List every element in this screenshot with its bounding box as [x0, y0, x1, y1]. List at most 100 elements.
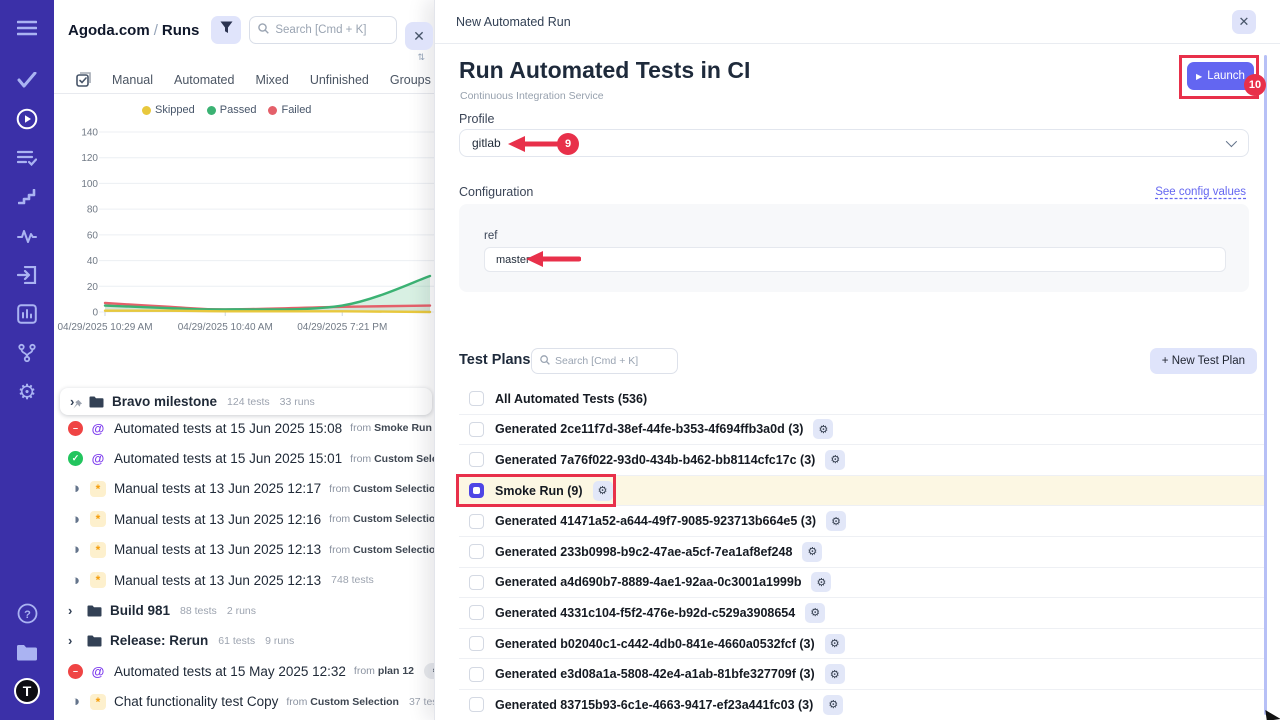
legend-item[interactable]: Failed	[268, 104, 311, 116]
run-from-value: Custom Selection	[374, 453, 434, 465]
gear-icon[interactable]: ⚙	[823, 695, 843, 715]
test-plan-row[interactable]: Generated e3d08a1a-5808-42e4-a1ab-81bfe3…	[459, 659, 1265, 690]
analytics-icon[interactable]	[15, 302, 39, 326]
test-plan-row[interactable]: Generated 233b0998-b9c2-47ae-a5cf-7ea1af…	[459, 537, 1265, 568]
runs-play-icon[interactable]	[15, 107, 39, 131]
runs-tabbar: Manual Automated Mixed Unfinished Groups	[54, 66, 434, 94]
sort-icon: ⇅	[417, 52, 425, 63]
panel-close-button[interactable]: ✕	[1232, 10, 1256, 34]
gear-icon[interactable]: ⚙	[593, 481, 613, 501]
run-row[interactable]: ✓@Automated tests at 15 Jun 2025 15:01fr…	[54, 443, 434, 473]
search-icon	[258, 21, 269, 39]
test-plan-label: Generated b02040c1-c442-4db0-841e-4660a0…	[495, 637, 815, 651]
gear-icon[interactable]: ⚙	[826, 511, 846, 531]
test-plan-row[interactable]: Smoke Run (9)⚙	[459, 476, 1265, 507]
status-failed-icon: –	[68, 664, 83, 679]
play-icon: ▶	[1196, 72, 1202, 81]
run-row[interactable]: ◑*Manual tests at 13 Jun 2025 12:17from …	[54, 474, 434, 504]
new-test-plan-button[interactable]: + New Test Plan	[1150, 348, 1257, 374]
run-title: Manual tests at 13 Jun 2025 12:16	[114, 512, 321, 527]
runs-list: ›Bravo milestone124 tests33 runs–@Automa…	[54, 386, 434, 720]
gear-icon[interactable]: ⚙	[825, 450, 845, 470]
folder-row[interactable]: ›Release: Rerun61 tests9 runs	[54, 626, 434, 656]
branches-icon[interactable]	[15, 341, 39, 365]
panel-scrollbar[interactable]	[1264, 55, 1267, 715]
run-title: Automated tests at 15 Jun 2025 15:01	[114, 451, 342, 466]
run-row[interactable]: –@Automated tests at 15 Jun 2025 15:08fr…	[54, 413, 434, 443]
test-plans-search[interactable]	[531, 348, 678, 374]
test-plan-row[interactable]: Generated 83715b93-6c1e-4663-9417-ef23a4…	[459, 690, 1265, 720]
select-all-icon[interactable]	[76, 72, 91, 87]
run-row[interactable]: ◑*Manual tests at 13 Jun 2025 12:16from …	[54, 504, 434, 534]
help-icon[interactable]: ?	[15, 601, 39, 625]
folder-icon	[87, 635, 102, 647]
gear-icon[interactable]: ⚙	[805, 603, 825, 623]
test-plan-row[interactable]: Generated 41471a52-a644-49f7-9085-923713…	[459, 506, 1265, 537]
gear-icon[interactable]: ⚙	[825, 664, 845, 684]
gear-icon[interactable]: ⚙	[802, 542, 822, 562]
profile-label: Profile	[459, 112, 494, 126]
import-icon[interactable]	[15, 263, 39, 287]
tab-mixed[interactable]: Mixed	[255, 73, 288, 87]
filter-button[interactable]	[211, 16, 241, 44]
tab-groups[interactable]: Groups	[390, 73, 431, 87]
run-row[interactable]: ◑*Manual tests at 13 Jun 2025 12:13748 t…	[54, 565, 434, 595]
checkbox-checked[interactable]	[469, 483, 484, 498]
steps-icon[interactable]	[15, 185, 39, 209]
legend-item[interactable]: Skipped	[142, 104, 195, 116]
chevron-right-icon[interactable]: ›	[68, 603, 80, 618]
app-logo[interactable]: T	[14, 678, 40, 704]
test-plan-row[interactable]: Generated b02040c1-c442-4db0-841e-4660a0…	[459, 629, 1265, 660]
run-from: from Custom Selection	[329, 483, 434, 495]
checkbox-unchecked[interactable]	[469, 452, 484, 467]
folder-row[interactable]: ›Bravo milestone124 tests33 runs	[60, 388, 432, 415]
test-plan-row[interactable]: All Automated Tests (536)	[459, 384, 1265, 415]
gear-icon[interactable]: ⚙	[813, 419, 833, 439]
see-config-values-link[interactable]: See config values	[1155, 186, 1246, 198]
menu-icon[interactable]	[15, 16, 39, 40]
test-plan-row[interactable]: Generated 2ce11f7d-38ef-44fe-b353-4f694f…	[459, 415, 1265, 446]
test-plan-row[interactable]: Generated a4d690b7-8889-4ae1-92aa-0c3001…	[459, 568, 1265, 599]
run-row[interactable]: –@Automated tests at 15 May 2025 12:32fr…	[54, 656, 434, 686]
tab-unfinished[interactable]: Unfinished	[310, 73, 369, 87]
chevron-down-icon	[1226, 136, 1237, 147]
checkbox-unchecked[interactable]	[469, 575, 484, 590]
tests-check-icon[interactable]	[15, 68, 39, 92]
status-partial-icon: ◑	[68, 573, 83, 588]
projects-folder-icon[interactable]	[15, 640, 39, 664]
checkbox-unchecked[interactable]	[469, 697, 484, 712]
folder-row[interactable]: ›Build 98188 tests2 runs	[54, 595, 434, 625]
profile-select-value: gitlab	[472, 136, 501, 150]
runs-search[interactable]	[249, 16, 397, 44]
run-row[interactable]: ◑*Chat functionality test Copyfrom Custo…	[54, 687, 434, 717]
checkbox-unchecked[interactable]	[469, 544, 484, 559]
checkbox-unchecked[interactable]	[469, 605, 484, 620]
folder-tests-count: 124 tests	[227, 396, 270, 408]
gear-icon[interactable]: ⚙	[825, 634, 845, 654]
test-plans-search-input[interactable]	[555, 355, 660, 367]
runs-close-button[interactable]: ✕	[405, 22, 433, 50]
runs-search-input[interactable]	[275, 24, 385, 36]
new-automated-run-panel: New Automated Run ✕ Run Automated Tests …	[434, 0, 1280, 720]
legend-item[interactable]: Passed	[207, 104, 257, 116]
checkbox-unchecked[interactable]	[469, 422, 484, 437]
tab-automated[interactable]: Automated	[174, 73, 234, 87]
checkbox-unchecked[interactable]	[469, 514, 484, 529]
checklist-icon[interactable]	[15, 146, 39, 170]
settings-gear-icon[interactable]: ⚙	[15, 380, 39, 404]
checkbox-unchecked[interactable]	[469, 667, 484, 682]
pulse-icon[interactable]	[15, 224, 39, 248]
checkbox-unchecked[interactable]	[469, 636, 484, 651]
chevron-right-icon[interactable]: ›	[68, 633, 80, 648]
test-badge[interactable]: ⚙test	[424, 663, 434, 679]
gear-icon[interactable]: ⚙	[811, 572, 831, 592]
breadcrumb-separator: /	[150, 22, 162, 39]
page-title: Run Automated Tests in CI	[459, 57, 750, 84]
tab-manual[interactable]: Manual	[112, 73, 153, 87]
ref-input[interactable]	[484, 247, 1226, 272]
run-row[interactable]: ◑*Manual tests at 13 Jun 2025 12:13from …	[54, 535, 434, 565]
checkbox-unchecked[interactable]	[469, 391, 484, 406]
test-plan-row[interactable]: Generated 4331c104-f5f2-476e-b92d-c529a3…	[459, 598, 1265, 629]
test-plan-row[interactable]: Generated 7a76f022-93d0-434b-b462-bb8114…	[459, 445, 1265, 476]
breadcrumb-project[interactable]: Agoda.com	[68, 22, 150, 39]
